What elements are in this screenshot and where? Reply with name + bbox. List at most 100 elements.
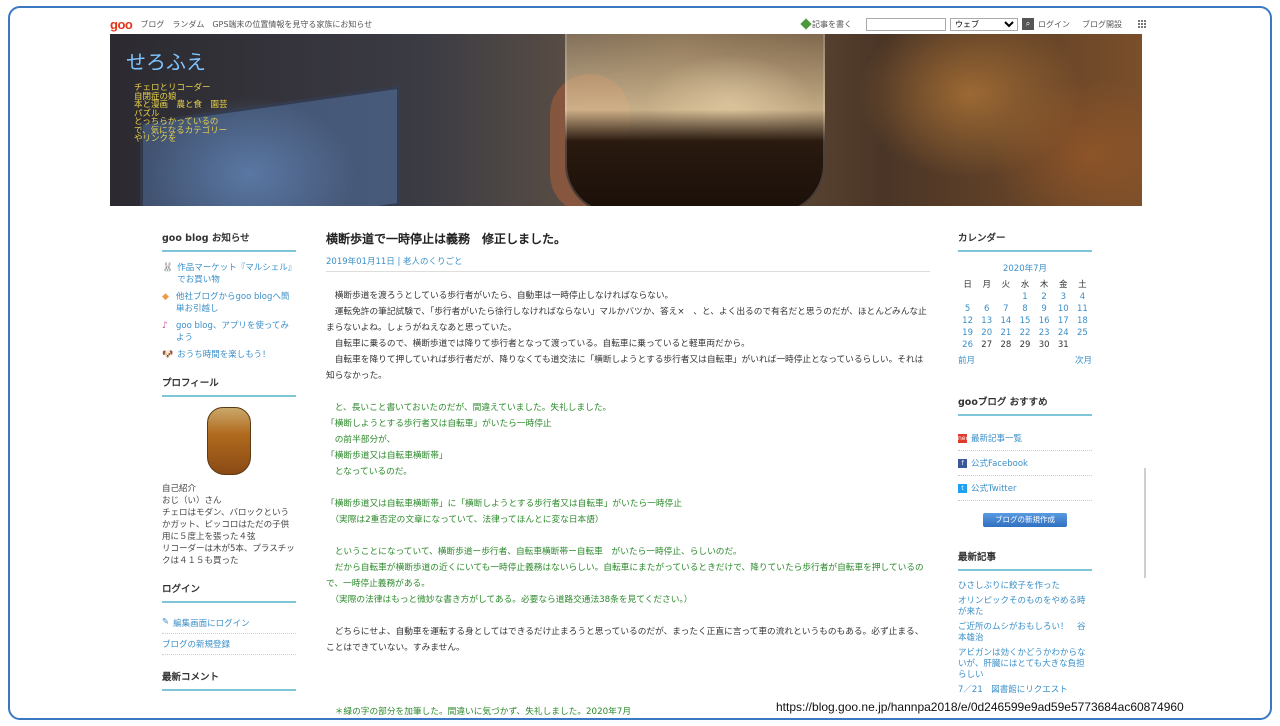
music-note-icon: ♪ bbox=[162, 321, 168, 331]
pen-icon: ✎ bbox=[162, 617, 170, 627]
calendar-weekday: 木 bbox=[1039, 280, 1049, 290]
apps-grid-icon[interactable] bbox=[1138, 20, 1146, 28]
calendar-day: 28 bbox=[1000, 340, 1012, 350]
diamond-icon: ◆ bbox=[162, 292, 169, 302]
calendar-day[interactable]: 14 bbox=[996, 316, 1015, 326]
recommend-label: 公式Facebook bbox=[971, 459, 1028, 469]
top-right-tools: 記事を書く ウェブ ⌕ ログイン ブログ開設 bbox=[800, 17, 1146, 31]
recommend-item[interactable]: f 公式Facebook bbox=[958, 451, 1092, 476]
recent-article-link[interactable]: オリンピックそのものをやめる時が来た bbox=[958, 596, 1092, 618]
calendar-day[interactable]: 5 bbox=[958, 304, 977, 314]
post-date[interactable]: 2019年01月11日 bbox=[326, 257, 395, 267]
top-link-random[interactable]: ランダム bbox=[172, 19, 204, 30]
open-blog-link[interactable]: ブログ開設 bbox=[1082, 19, 1122, 30]
recent-article-link[interactable]: 7／21 図書館にリクエスト bbox=[958, 685, 1092, 696]
calendar-weekday: 日 bbox=[963, 280, 972, 290]
top-link-gps[interactable]: GPS端末の位置情報を見守る家族にお知らせ bbox=[212, 19, 372, 30]
blog-description: チェロとリコーダー 自閉症の娘 本と漫画 農と食 園芸 パズル とっちらかってい… bbox=[134, 83, 228, 144]
calendar-day[interactable]: 9 bbox=[1035, 304, 1054, 314]
calendar-day[interactable]: 18 bbox=[1073, 316, 1092, 326]
recent-article-link[interactable]: ひさしぶりに餃子を作った bbox=[958, 581, 1092, 592]
goo-logo[interactable]: goo bbox=[110, 17, 133, 32]
new-badge-icon: new bbox=[958, 433, 971, 443]
calendar-day[interactable]: 1 bbox=[1015, 292, 1034, 302]
left-sidebar: goo blog お知らせ 🐰 作品マーケット『マルシェル』でお買い物 ◆ 他社ブロ… bbox=[162, 230, 296, 701]
calendar-day[interactable]: 12 bbox=[958, 316, 977, 326]
search-scope-select[interactable]: ウェブ bbox=[950, 17, 1018, 31]
login-link[interactable]: ログイン bbox=[1038, 19, 1070, 30]
search-button[interactable]: ⌕ bbox=[1022, 18, 1034, 30]
news-text: 作品マーケット『マルシェル』でお買い物 bbox=[177, 263, 292, 285]
pencil-icon bbox=[800, 18, 812, 30]
calendar-empty bbox=[977, 292, 996, 302]
calendar-day[interactable]: 25 bbox=[1073, 328, 1092, 338]
calendar-day[interactable]: 17 bbox=[1054, 316, 1073, 326]
calendar-grid: 日月火水木金土 1 2 3 4 5 6 7 8 9 10 11 12 13 14 15 16 17 18 19 20 21… bbox=[958, 278, 1092, 350]
recent-article-link[interactable]: ご近所のムシがおもしろい！ 谷本雄治 bbox=[958, 622, 1092, 644]
calendar-day[interactable]: 7 bbox=[996, 304, 1015, 314]
recommend-label: 公式Twitter bbox=[971, 484, 1017, 494]
calendar-day: 29 bbox=[1019, 340, 1031, 350]
post-title[interactable]: 横断歩道で一時停止は義務 修正しました。 bbox=[326, 230, 930, 247]
dog-icon: 🐶 bbox=[162, 350, 174, 360]
calendar-empty bbox=[1073, 340, 1092, 350]
rabbit-icon: 🐰 bbox=[162, 263, 174, 273]
calendar-day[interactable]: 3 bbox=[1054, 292, 1073, 302]
calendar-day[interactable]: 23 bbox=[1035, 328, 1054, 338]
calendar-day[interactable]: 6 bbox=[977, 304, 996, 314]
news-item[interactable]: 🐰 作品マーケット『マルシェル』でお買い物 bbox=[162, 262, 296, 286]
source-url-caption: https://blog.goo.ne.jp/hannpa2018/e/0d24… bbox=[772, 700, 1188, 714]
calendar-day[interactable]: 19 bbox=[958, 328, 977, 338]
blog-title[interactable]: せろふえ bbox=[126, 46, 206, 75]
calendar-day[interactable]: 10 bbox=[1054, 304, 1073, 314]
calendar-day[interactable]: 22 bbox=[1015, 328, 1034, 338]
post-paragraph: ということになっていて、横断歩道ー歩行者、自転車横断帯ー自転車 がいたら一時停止… bbox=[326, 547, 742, 557]
profile-heading: プロフィール bbox=[162, 375, 296, 397]
news-item[interactable]: ♪ goo blog、アプリを使ってみよう bbox=[162, 320, 296, 344]
profile-cello-image bbox=[207, 407, 251, 475]
recommend-list: new 最新記事一覧 f 公式Facebook t 公式Twitter bbox=[958, 426, 1092, 501]
calendar-day[interactable]: 8 bbox=[1015, 304, 1034, 314]
news-item[interactable]: ◆ 他社ブログからgoo blogへ簡単お引越し bbox=[162, 291, 296, 315]
calendar-day[interactable]: 24 bbox=[1054, 328, 1073, 338]
recommend-item[interactable]: new 最新記事一覧 bbox=[958, 426, 1092, 451]
scrollbar-track[interactable] bbox=[1144, 468, 1146, 578]
post-body: 横断歩道を渡ろうとしている歩行者がいたら、自動車は一時停止しなければならない。 … bbox=[326, 288, 930, 718]
calendar-next[interactable]: 次月 bbox=[1075, 354, 1092, 366]
calendar-day[interactable]: 2 bbox=[1035, 292, 1054, 302]
goo-top-bar: goo ブログ ランダム GPS端末の位置情報を見守る家族にお知らせ 記事を書く… bbox=[110, 14, 1146, 34]
post-category[interactable]: 老人のくりごと bbox=[403, 257, 463, 267]
top-link-blog[interactable]: ブログ bbox=[140, 19, 164, 30]
news-text: おうち時間を楽しもう！ bbox=[177, 350, 271, 360]
calendar-day[interactable]: 26 bbox=[958, 340, 977, 350]
profile-text: 自己紹介 おじ（い）さん チェロはモダン、バロックというかガット、ピッコロはただ… bbox=[162, 484, 295, 566]
screenshot-frame: goo ブログ ランダム GPS端末の位置情報を見守る家族にお知らせ 記事を書く… bbox=[8, 6, 1272, 720]
calendar-day[interactable]: 21 bbox=[996, 328, 1015, 338]
post-paragraph: となっているのだ。 bbox=[326, 467, 412, 477]
calendar-day[interactable]: 13 bbox=[977, 316, 996, 326]
calendar-prev[interactable]: 前月 bbox=[958, 354, 975, 366]
post-paragraph: 横断歩道を渡ろうとしている歩行者がいたら、自動車は一時停止しなければならない。 bbox=[326, 291, 674, 301]
calendar-day[interactable]: 4 bbox=[1073, 292, 1092, 302]
calendar-day[interactable]: 15 bbox=[1015, 316, 1034, 326]
search-icon: ⌕ bbox=[1025, 19, 1031, 28]
recent-article-link[interactable]: アビガンは効くかどうかわからないが、肝臓にはとても大きな負担らしい bbox=[958, 648, 1092, 681]
create-blog-button[interactable]: ブログの新規作成 bbox=[983, 513, 1067, 527]
recommend-item[interactable]: t 公式Twitter bbox=[958, 476, 1092, 501]
post-paragraph: 「横断歩道又は自転車横断帯」に「横断しようとする歩行者又は自転車」がいたら一時停… bbox=[326, 499, 682, 509]
edit-login-link[interactable]: ✎ 編集画面にログイン bbox=[162, 613, 296, 634]
search-input[interactable] bbox=[866, 17, 946, 31]
banner-beer-glass bbox=[565, 34, 825, 206]
calendar-day: 27 bbox=[981, 340, 993, 350]
calendar-day[interactable]: 11 bbox=[1073, 304, 1092, 314]
edit-login-label: 編集画面にログイン bbox=[173, 619, 250, 629]
news-text: 他社ブログからgoo blogへ簡単お引越し bbox=[176, 292, 290, 314]
calendar-day[interactable]: 16 bbox=[1035, 316, 1054, 326]
calendar-month[interactable]: 2020年7月 bbox=[958, 262, 1092, 274]
calendar-day[interactable]: 20 bbox=[977, 328, 996, 338]
news-item[interactable]: 🐶 おうち時間を楽しもう！ bbox=[162, 349, 296, 361]
write-article-link[interactable]: 記事を書く bbox=[800, 18, 852, 30]
register-link[interactable]: ブログの新規登録 bbox=[162, 634, 296, 655]
